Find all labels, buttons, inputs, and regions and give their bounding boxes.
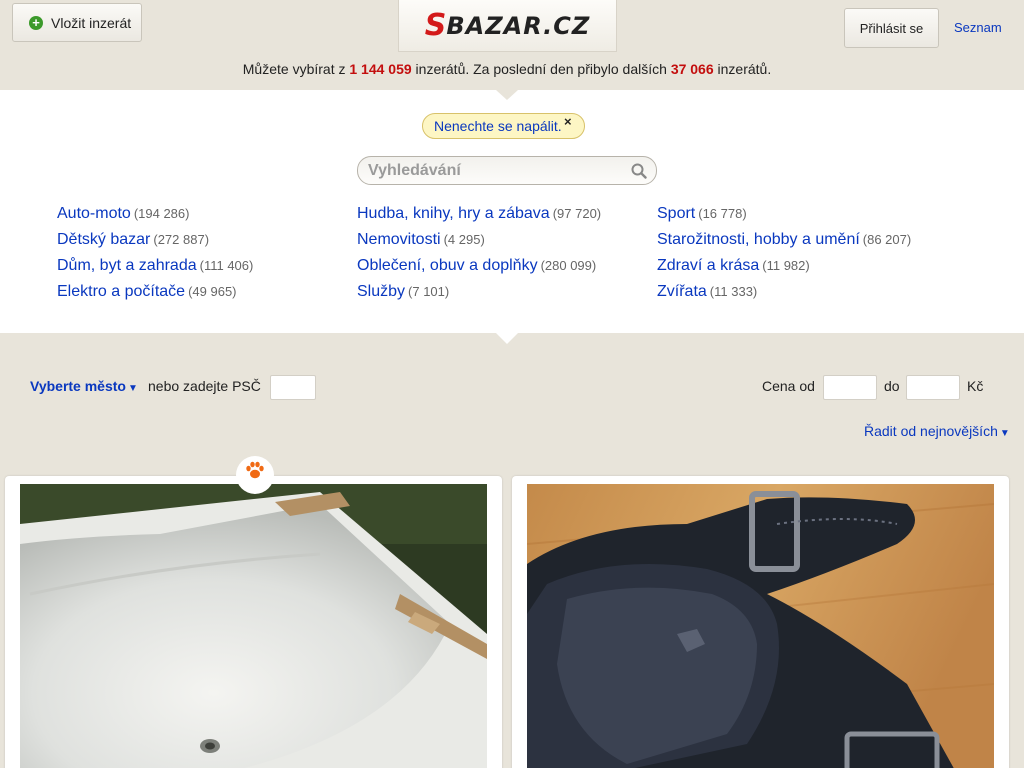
stats-prefix: Můžete vybírat z	[242, 61, 346, 77]
listing-image-shoes[interactable]	[527, 484, 994, 768]
stats-middle: inzerátů. Za poslední den přibylo dalšíc…	[415, 61, 667, 77]
category-count: (11 333)	[709, 284, 758, 299]
login-button[interactable]: Přihlásit se	[844, 8, 939, 48]
stats-suffix: inzerátů.	[717, 61, 772, 77]
ad-stats: Můžete vybírat z 1 144 059 inzerátů. Za …	[0, 61, 1014, 77]
category-label: Nemovitosti	[357, 231, 441, 248]
triangle-down-icon: ▼	[127, 383, 138, 394]
category-nemovitosti[interactable]: Nemovitosti (4 295)	[357, 231, 485, 249]
triangle-down-icon: ▼	[999, 428, 1010, 439]
panel-notch-bottom	[496, 333, 518, 344]
category-label: Hudba, knihy, hry a zábava	[357, 205, 550, 222]
category-zdravi-krasa[interactable]: Zdraví a krása (11 982)	[657, 257, 810, 275]
search-box	[357, 156, 657, 185]
listing-card[interactable]	[5, 476, 502, 768]
category-count: (86 207)	[862, 232, 912, 247]
paw-icon	[246, 461, 264, 479]
sort-select-label: Řadit od nejnovějších	[864, 423, 998, 439]
category-count: (49 965)	[188, 284, 237, 299]
category-label: Elektro a počítače	[57, 283, 186, 300]
post-ad-label: Vložit inzerát	[51, 14, 132, 31]
category-label: Dětský bazar	[57, 231, 151, 248]
scam-warning-badge[interactable]: Nenechte se napálit. ×	[422, 113, 585, 139]
category-label: Zdraví a krása	[657, 257, 760, 274]
psc-input[interactable]	[270, 375, 316, 400]
sort-select[interactable]: Řadit od nejnovějších ▼	[864, 423, 1010, 439]
category-auto-moto[interactable]: Auto-moto (194 286)	[57, 205, 189, 223]
city-select-label: Vyberte město	[30, 378, 126, 394]
city-select[interactable]: Vyberte město ▼	[30, 378, 138, 394]
price-to-input[interactable]	[906, 375, 960, 400]
stats-new: 37 066	[670, 61, 714, 77]
category-label: Zvířata	[657, 283, 707, 300]
logo-s: S	[424, 8, 447, 43]
category-count: (7 101)	[408, 284, 450, 299]
category-count: (4 295)	[443, 232, 485, 247]
category-starozitnosti[interactable]: Starožitnosti, hobby a umění (86 207)	[657, 231, 911, 249]
psc-label: nebo zadejte PSČ	[148, 378, 261, 394]
category-elektro[interactable]: Elektro a počítače (49 965)	[57, 283, 237, 301]
category-label: Služby	[357, 283, 406, 300]
seznam-link[interactable]: Seznam	[954, 20, 1002, 35]
category-zvirata[interactable]: Zvířata (11 333)	[657, 283, 757, 301]
price-from-input[interactable]	[823, 375, 877, 400]
category-count: (280 099)	[540, 258, 597, 273]
category-label: Starožitnosti, hobby a umění	[657, 231, 860, 248]
logo-text: BAZAR.CZ	[446, 11, 591, 40]
category-count: (11 982)	[762, 258, 810, 273]
category-label: Auto-moto	[57, 205, 131, 222]
category-sport[interactable]: Sport (16 778)	[657, 205, 747, 223]
currency-label: Kč	[967, 378, 984, 394]
category-count: (272 887)	[153, 232, 210, 247]
category-label: Sport	[657, 205, 696, 222]
category-sluzby[interactable]: Služby (7 101)	[357, 283, 449, 301]
category-count: (111 406)	[199, 258, 254, 273]
category-count: (97 720)	[552, 206, 602, 221]
paw-badge	[236, 456, 274, 494]
stats-total: 1 144 059	[349, 61, 412, 77]
category-count: (16 778)	[698, 206, 747, 221]
category-obleceni[interactable]: Oblečení, obuv a doplňky (280 099)	[357, 257, 596, 275]
listing-card[interactable]	[512, 476, 1009, 768]
logo[interactable]: S BAZAR.CZ	[398, 0, 617, 52]
category-detsky-bazar[interactable]: Dětský bazar (272 887)	[57, 231, 209, 249]
category-count: (194 286)	[133, 206, 190, 221]
plus-circle-icon: +	[29, 15, 43, 30]
scam-warning-label: Nenechte se napálit.	[434, 118, 562, 134]
close-icon[interactable]: ×	[564, 110, 572, 134]
category-hudba-knihy[interactable]: Hudba, knihy, hry a zábava (97 720)	[357, 205, 601, 223]
panel-notch-top	[496, 90, 518, 100]
price-to-label: do	[884, 378, 900, 394]
post-ad-button[interactable]: + Vložit inzerát	[12, 3, 142, 42]
category-label: Oblečení, obuv a doplňky	[357, 257, 538, 274]
search-icon[interactable]	[631, 163, 647, 179]
price-from-label: Cena od	[762, 378, 815, 394]
category-dum-byt-zahrada[interactable]: Dům, byt a zahrada (111 406)	[57, 257, 253, 275]
listing-image-bathtub[interactable]	[20, 484, 487, 768]
search-input[interactable]	[368, 160, 623, 182]
category-label: Dům, byt a zahrada	[57, 257, 197, 274]
